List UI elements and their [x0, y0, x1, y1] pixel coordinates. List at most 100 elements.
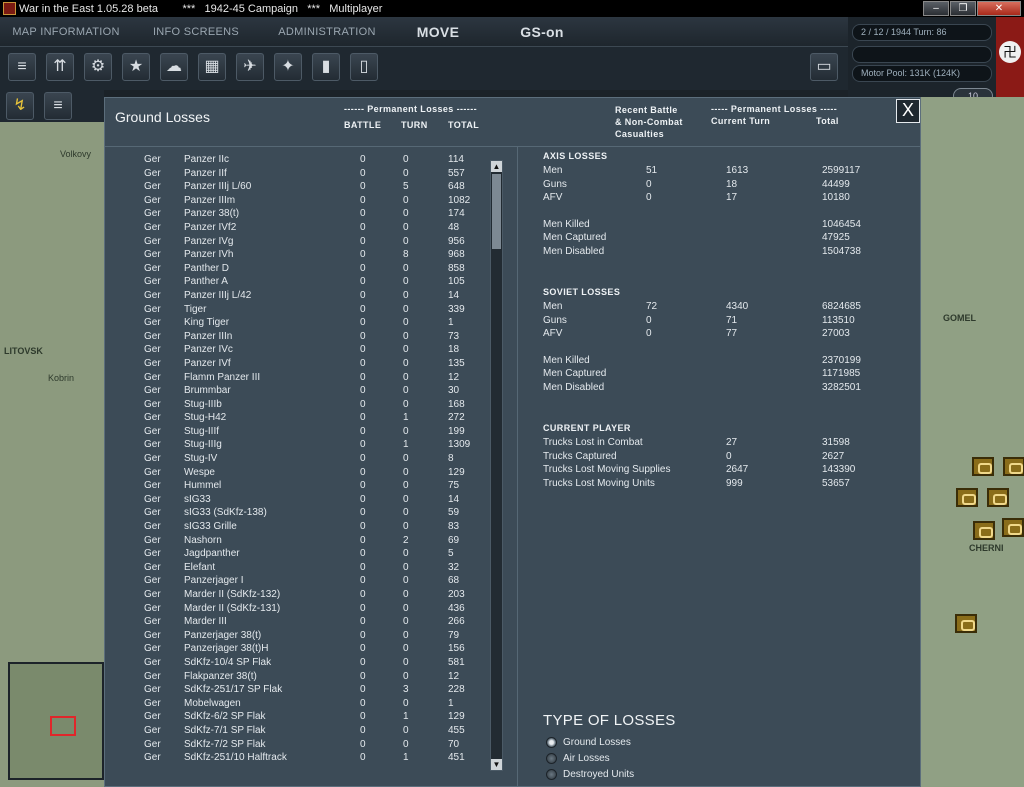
minimap-viewport[interactable]: [50, 716, 76, 736]
table-row[interactable]: Ger Panzer IVf 0 0 135: [105, 357, 505, 371]
table-row[interactable]: Ger SdKfz-251/10 Halftrack 0 1 451: [105, 751, 505, 765]
air-icon[interactable]: ✈: [236, 53, 264, 81]
tab-administration[interactable]: ADMINISTRATION: [264, 17, 390, 47]
minimize-button[interactable]: –: [923, 1, 949, 16]
unit-counter[interactable]: [987, 488, 1009, 507]
tab-gs-on[interactable]: GS-on: [500, 17, 584, 47]
unit-counter[interactable]: [955, 614, 977, 633]
table-row[interactable]: Ger Panzer IIIm 0 0 1082: [105, 194, 505, 208]
total-loss-cell: 12: [448, 670, 460, 682]
table-row[interactable]: Ger King Tiger 0 0 1: [105, 316, 505, 330]
unit-counter[interactable]: [973, 521, 995, 540]
table-row[interactable]: Ger Jagdpanther 0 0 5: [105, 547, 505, 561]
turn-loss-cell: 0: [403, 466, 409, 478]
table-row[interactable]: Ger Panther D 0 0 858: [105, 262, 505, 276]
table-row[interactable]: Ger Elefant 0 0 32: [105, 561, 505, 575]
battle-loss-cell: 0: [360, 548, 366, 560]
table-row[interactable]: Ger Panzer IIc 0 0 114: [105, 153, 505, 167]
table-row[interactable]: Ger Tiger 0 0 339: [105, 303, 505, 317]
bomb-icon[interactable]: ✦: [274, 53, 302, 81]
battle-loss-cell: 0: [360, 357, 366, 369]
close-window-button[interactable]: ✕: [977, 1, 1021, 16]
units-icon[interactable]: ⇈: [46, 53, 74, 81]
table-row[interactable]: Ger Panzer IIIj L/60 0 5 648: [105, 180, 505, 194]
radio-unselected-icon[interactable]: [546, 753, 557, 764]
total-loss-cell: 168: [448, 398, 465, 410]
restore-button[interactable]: ❐: [950, 1, 976, 16]
header-divider: [105, 146, 920, 147]
table-row[interactable]: Ger Marder II (SdKfz-132) 0 0 203: [105, 588, 505, 602]
tab-move[interactable]: MOVE: [396, 17, 480, 47]
table-row[interactable]: Ger Marder III 0 0 266: [105, 615, 505, 629]
fuel-icon[interactable]: ▮: [312, 53, 340, 81]
minimap[interactable]: [8, 662, 104, 780]
table-row[interactable]: Ger Panzer 38(t) 0 0 174: [105, 207, 505, 221]
table-row[interactable]: Ger Panzerjager I 0 0 68: [105, 574, 505, 588]
table-row[interactable]: Ger Nashorn 0 2 69: [105, 534, 505, 548]
radio-air-losses[interactable]: Air Losses: [546, 753, 610, 764]
table-row[interactable]: Ger SdKfz-7/2 SP Flak 0 0 70: [105, 738, 505, 752]
table-row[interactable]: Ger sIG33 0 0 14: [105, 493, 505, 507]
stack-icon[interactable]: ≡: [8, 53, 36, 81]
document-icon[interactable]: ▯: [350, 53, 378, 81]
ground-losses-list[interactable]: Ger Panzer IIc 0 0 114 Ger Panzer IIf 0 0 557 Ger P…: [105, 153, 505, 773]
table-row[interactable]: Ger Panzer IVh 0 8 968: [105, 248, 505, 262]
table-row[interactable]: Ger sIG33 (SdKfz-138) 0 0 59: [105, 506, 505, 520]
radio-destroyed-units[interactable]: Destroyed Units: [546, 769, 634, 780]
table-row[interactable]: Ger Panzer IIIj L/42 0 0 14: [105, 289, 505, 303]
nation-cell: Ger: [144, 221, 161, 233]
unit-counter[interactable]: [1002, 518, 1024, 537]
table-row[interactable]: Ger Hummel 0 0 75: [105, 479, 505, 493]
list-scrollbar[interactable]: ▲ ▼: [490, 160, 503, 771]
scroll-down-arrow-icon[interactable]: ▼: [491, 759, 502, 770]
table-row[interactable]: Ger Stug-IIIf 0 0 199: [105, 425, 505, 439]
nation-cell: Ger: [144, 697, 161, 709]
unit-counter[interactable]: [956, 488, 978, 507]
table-row[interactable]: Ger Stug-IV 0 0 8: [105, 452, 505, 466]
table-row[interactable]: Ger SdKfz-7/1 SP Flak 0 0 455: [105, 724, 505, 738]
table-row[interactable]: Ger Flakpanzer 38(t) 0 0 12: [105, 670, 505, 684]
nation-cell: Ger: [144, 344, 161, 356]
table-row[interactable]: Ger Panzer IIf 0 0 557: [105, 167, 505, 181]
table-row[interactable]: Ger Stug-IIIg 0 1 1309: [105, 438, 505, 452]
equipment-name-cell: Marder II (SdKfz-131): [184, 602, 281, 614]
train-icon[interactable]: ≡: [44, 92, 72, 120]
scroll-thumb[interactable]: [492, 174, 501, 249]
scroll-up-arrow-icon[interactable]: ▲: [491, 161, 502, 172]
table-row[interactable]: Ger SdKfz-6/2 SP Flak 0 1 129: [105, 710, 505, 724]
table-row[interactable]: Ger Brummbar 0 0 30: [105, 384, 505, 398]
table-row[interactable]: Ger Wespe 0 0 129: [105, 466, 505, 480]
star-icon[interactable]: ★: [122, 53, 150, 81]
unit-counter[interactable]: [972, 457, 994, 476]
grid-icon[interactable]: ▦: [198, 53, 226, 81]
screen-toggle-icon[interactable]: ▭: [810, 53, 838, 81]
table-row[interactable]: Ger Mobelwagen 0 0 1: [105, 697, 505, 711]
table-row[interactable]: Ger SdKfz-251/17 SP Flak 0 3 228: [105, 683, 505, 697]
table-row[interactable]: Ger Panzerjager 38(t)H 0 0 156: [105, 642, 505, 656]
gear-icon[interactable]: ⚙: [84, 53, 112, 81]
table-row[interactable]: Ger SdKfz-10/4 SP Flak 0 0 581: [105, 656, 505, 670]
close-dialog-button[interactable]: X: [896, 99, 920, 123]
turn-loss-cell: 0: [403, 371, 409, 383]
radio-selected-icon[interactable]: [546, 737, 557, 748]
unit-counter[interactable]: [1003, 457, 1024, 476]
table-row[interactable]: Ger Panzer IVg 0 0 956: [105, 235, 505, 249]
table-row[interactable]: Ger Panzerjager 38(t) 0 0 79: [105, 629, 505, 643]
table-row[interactable]: Ger sIG33 Grille 0 0 83: [105, 520, 505, 534]
table-row[interactable]: Ger Stug-H42 0 1 272: [105, 411, 505, 425]
tab-map-information[interactable]: MAP INFORMATION: [4, 17, 128, 47]
map-right-strip[interactable]: GOMEL CHERNI: [921, 97, 1024, 787]
table-row[interactable]: Ger Flamm Panzer III 0 0 12: [105, 371, 505, 385]
weather-icon[interactable]: ☁: [160, 53, 188, 81]
table-row[interactable]: Ger Panzer IVc 0 0 18: [105, 343, 505, 357]
radio-unselected-icon[interactable]: [546, 769, 557, 780]
table-row[interactable]: Ger Panzer IIIn 0 0 73: [105, 330, 505, 344]
turn-loss-cell: 0: [403, 493, 409, 505]
table-row[interactable]: Ger Stug-IIIb 0 0 168: [105, 398, 505, 412]
table-row[interactable]: Ger Panzer IVf2 0 0 48: [105, 221, 505, 235]
table-row[interactable]: Ger Marder II (SdKfz-131) 0 0 436: [105, 602, 505, 616]
radio-ground-losses[interactable]: Ground Losses: [546, 737, 631, 748]
table-row[interactable]: Ger Panther A 0 0 105: [105, 275, 505, 289]
tab-info-screens[interactable]: INFO SCREENS: [134, 17, 258, 47]
route-icon[interactable]: ↯: [6, 92, 34, 120]
